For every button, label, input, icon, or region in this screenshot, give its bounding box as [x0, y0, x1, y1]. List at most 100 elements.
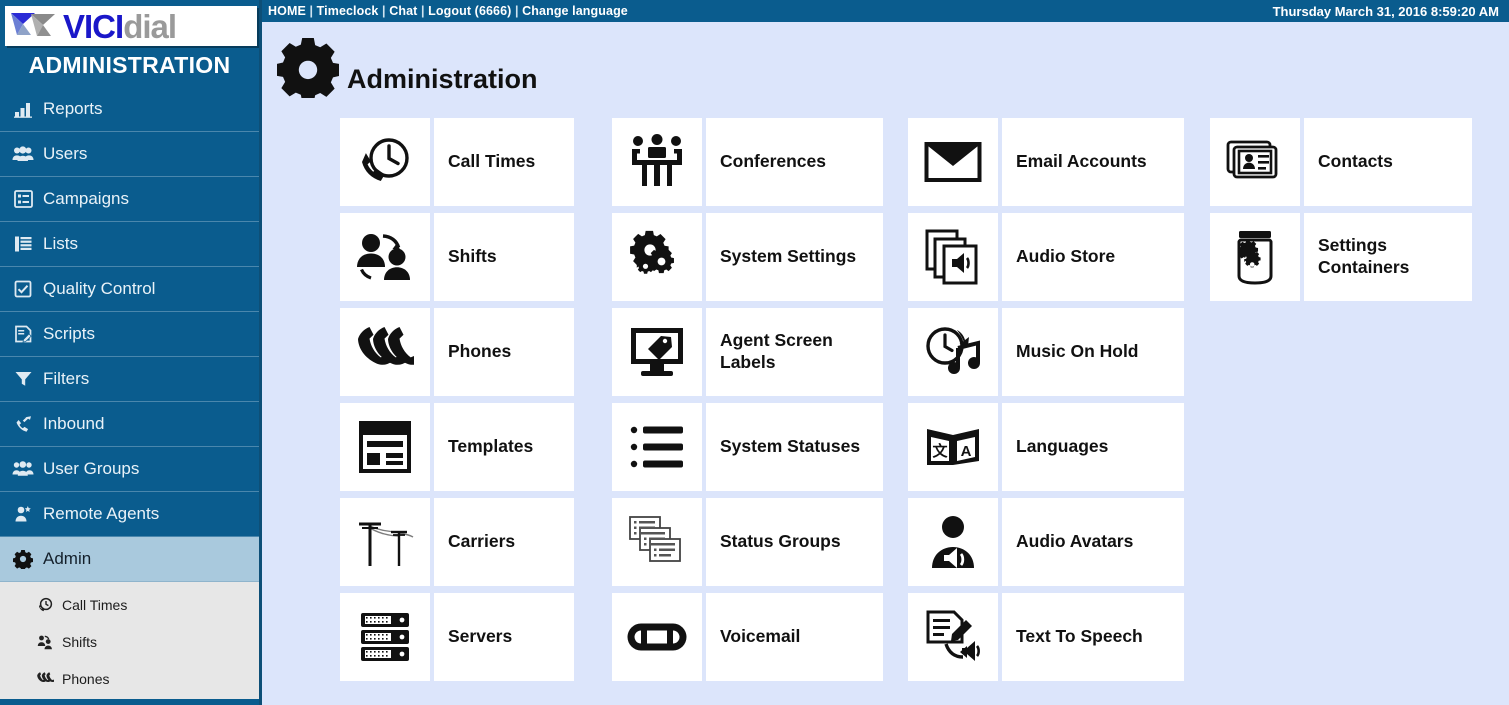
- servers-icon: [340, 593, 430, 681]
- phones-icon: [340, 308, 430, 396]
- tile-call-times[interactable]: Call Times: [340, 118, 574, 206]
- top-link-home[interactable]: HOME: [268, 4, 306, 18]
- tile-status-groups[interactable]: Status Groups: [612, 498, 883, 586]
- top-link-chat[interactable]: Chat: [389, 4, 417, 18]
- tile-audio-store[interactable]: Audio Store: [908, 213, 1184, 301]
- tile-voicemail[interactable]: Voicemail: [612, 593, 883, 681]
- top-sep: |: [417, 4, 429, 18]
- sidebar-item-campaigns[interactable]: Campaigns: [0, 177, 259, 222]
- sidebar-item-lists[interactable]: Lists: [0, 222, 259, 267]
- tile-music-on-hold[interactable]: Music On Hold: [908, 308, 1184, 396]
- lists-icon: [10, 233, 36, 255]
- page-header: Administration: [277, 32, 538, 102]
- sidebar-item-label: User Groups: [43, 459, 140, 478]
- top-link-change-language[interactable]: Change language: [522, 4, 628, 18]
- quality-control-icon: [10, 278, 36, 300]
- tile-label: Audio Avatars: [1002, 498, 1184, 586]
- tile-servers[interactable]: Servers: [340, 593, 574, 681]
- tile-audio-avatars[interactable]: Audio Avatars: [908, 498, 1184, 586]
- tile-label: Templates: [434, 403, 574, 491]
- submenu-item-call-times[interactable]: Call Times: [0, 586, 259, 623]
- tile-label: Phones: [434, 308, 574, 396]
- sidebar-item-scripts[interactable]: Scripts: [0, 312, 259, 357]
- tile-label: Email Accounts: [1002, 118, 1184, 206]
- sidebar-item-reports[interactable]: Reports: [0, 87, 259, 132]
- sidebar-item-inbound[interactable]: Inbound: [0, 402, 259, 447]
- inbound-icon: [10, 413, 36, 435]
- phones-icon: [34, 670, 56, 688]
- tile-label: Text To Speech: [1002, 593, 1184, 681]
- vicidial-logo[interactable]: VICIdial: [5, 6, 257, 46]
- main-content: Administration Call Times Shifts Phones …: [265, 22, 1509, 705]
- tile-templates[interactable]: Templates: [340, 403, 574, 491]
- tile-email-accounts[interactable]: Email Accounts: [908, 118, 1184, 206]
- submenu-item-label: Call Times: [62, 596, 128, 613]
- submenu-item-label: Shifts: [62, 633, 98, 650]
- email-accounts-icon: [908, 118, 998, 206]
- sidebar-item-filters[interactable]: Filters: [0, 357, 259, 402]
- sidebar-item-user-groups[interactable]: User Groups: [0, 447, 259, 492]
- audio-avatars-icon: [908, 498, 998, 586]
- sidebar-item-label: Users: [43, 144, 88, 163]
- tile-label: Carriers: [434, 498, 574, 586]
- top-link-timeclock[interactable]: Timeclock: [317, 4, 379, 18]
- sidebar-item-quality-control[interactable]: Quality Control: [0, 267, 259, 312]
- sidebar-item-remote-agents[interactable]: Remote Agents: [0, 492, 259, 537]
- tile-carriers[interactable]: Carriers: [340, 498, 574, 586]
- audio-store-icon: [908, 213, 998, 301]
- agent-screen-labels-icon: [612, 308, 702, 396]
- tile-text-to-speech[interactable]: Text To Speech: [908, 593, 1184, 681]
- logo-text-dial: dial: [123, 7, 177, 45]
- submenu-item-shifts[interactable]: Shifts: [0, 623, 259, 660]
- tile-phones[interactable]: Phones: [340, 308, 574, 396]
- page-title: Administration: [347, 63, 538, 94]
- vicidial-admin-page: VICIdial ADMINISTRATION Reports Users Ca…: [0, 0, 1509, 705]
- tile-agent-screen-labels[interactable]: Agent Screen Labels: [612, 308, 883, 396]
- user-groups-icon: [10, 458, 36, 480]
- tile-label: Agent Screen Labels: [706, 308, 883, 396]
- sidebar: VICIdial ADMINISTRATION Reports Users Ca…: [0, 0, 262, 705]
- tile-label: System Settings: [706, 213, 883, 301]
- tile-label: Status Groups: [706, 498, 883, 586]
- tile-languages[interactable]: 文A Languages: [908, 403, 1184, 491]
- admin-gear-icon: [10, 548, 36, 570]
- sidebar-item-label: Inbound: [43, 414, 105, 433]
- tile-shifts[interactable]: Shifts: [340, 213, 574, 301]
- gear-icon: [277, 37, 339, 98]
- logo-text-vici: VICI: [63, 7, 124, 45]
- top-sep: |: [511, 4, 523, 18]
- system-settings-icon: [612, 213, 702, 301]
- call-times-icon: [34, 596, 56, 614]
- music-on-hold-icon: [908, 308, 998, 396]
- filters-icon: [10, 368, 36, 390]
- tile-system-statuses[interactable]: System Statuses: [612, 403, 883, 491]
- tile-contacts[interactable]: Contacts: [1210, 118, 1472, 206]
- sidebar-item-label: Campaigns: [43, 189, 129, 208]
- tile-label: Call Times: [434, 118, 574, 206]
- remote-agents-icon: [10, 503, 36, 525]
- languages-icon: 文A: [908, 403, 998, 491]
- top-nav-links: HOME | Timeclock | Chat | Logout (6666) …: [268, 4, 628, 18]
- conferences-icon: [612, 118, 702, 206]
- sidebar-item-users[interactable]: Users: [0, 132, 259, 177]
- submenu-item-phones[interactable]: Phones: [0, 660, 259, 697]
- admin-submenu: Call Times Shifts Phones: [0, 582, 259, 699]
- top-link-logout[interactable]: Logout (6666): [428, 4, 511, 18]
- sidebar-item-label: Remote Agents: [43, 504, 160, 523]
- top-sep: |: [378, 4, 390, 18]
- settings-containers-icon: [1210, 213, 1300, 301]
- carriers-icon: [340, 498, 430, 586]
- sidebar-item-admin[interactable]: Admin: [0, 537, 259, 582]
- text-to-speech-icon: [908, 593, 998, 681]
- sidebar-nav: Reports Users Campaigns Lists Quality Co…: [0, 87, 259, 699]
- templates-icon: [340, 403, 430, 491]
- tile-label: Languages: [1002, 403, 1184, 491]
- tile-label: System Statuses: [706, 403, 883, 491]
- tile-system-settings[interactable]: System Settings: [612, 213, 883, 301]
- tile-settings-containers[interactable]: Settings Containers: [1210, 213, 1472, 301]
- sidebar-item-label: Admin: [43, 549, 92, 568]
- voicemail-icon: [612, 593, 702, 681]
- system-statuses-icon: [612, 403, 702, 491]
- tile-conferences[interactable]: Conferences: [612, 118, 883, 206]
- tile-label: Audio Store: [1002, 213, 1184, 301]
